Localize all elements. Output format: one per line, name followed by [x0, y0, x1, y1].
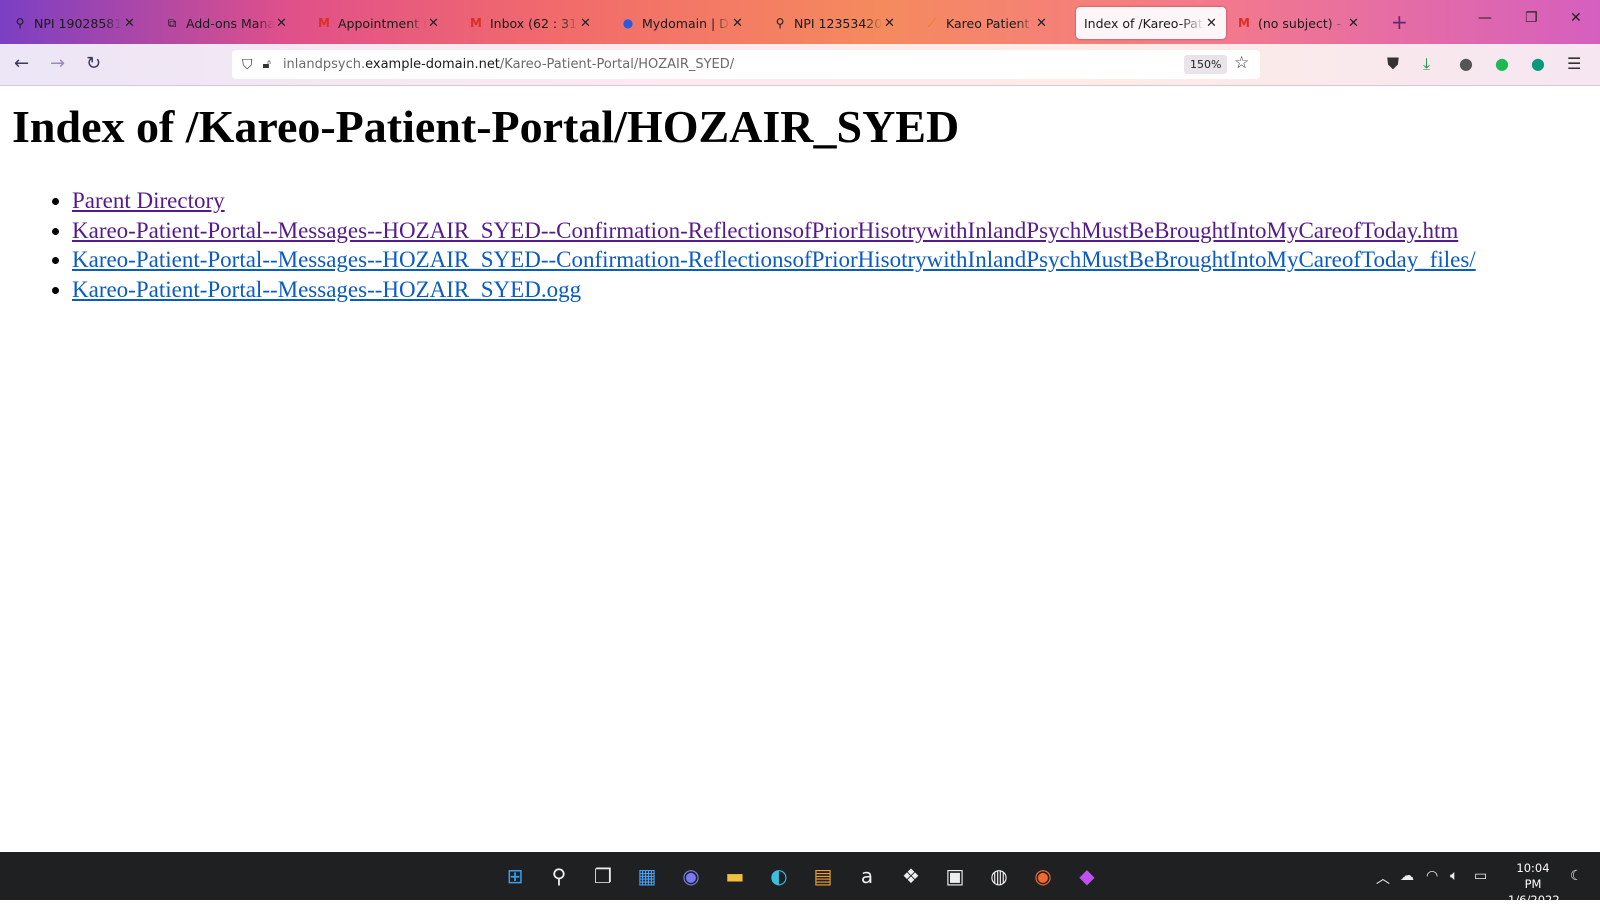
close-tab-icon[interactable]: ✕	[884, 16, 898, 31]
gmail-icon: M	[470, 16, 482, 30]
task-view-icon[interactable]: ❐	[589, 862, 617, 890]
close-tab-icon[interactable]: ✕	[1348, 16, 1362, 31]
gmail-icon: M	[1238, 16, 1250, 30]
app-icon[interactable]: ▣	[941, 862, 969, 890]
taskbar: ⊞ ⚲ ❐ ▦ ◉ ▬ ◐ ▤ a ❖ ▣ ◍ ◉ ◆ ︿ ☁ ◠ 🔈︎ ▭ 1…	[0, 852, 1600, 907]
close-tab-icon[interactable]: ✕	[732, 16, 746, 31]
tab-label: Inbox (62 : 31,879)	[490, 15, 578, 31]
close-tab-icon[interactable]: ✕	[124, 16, 138, 31]
file-link[interactable]: Kareo-Patient-Portal--Messages--HOZAIR_S…	[72, 218, 1458, 243]
tab-6[interactable]: ⟋ Kareo Patient Port✕	[916, 7, 1056, 39]
address-bar[interactable]: ⛉ 🔓︎ inlandpsych.example-domain.net/Kare…	[232, 50, 1260, 79]
notification-icon[interactable]: ☾	[1570, 868, 1583, 884]
amazon-icon[interactable]: a	[853, 862, 881, 890]
grammarly-icon[interactable]: ●	[1495, 54, 1509, 73]
tab-2[interactable]: M Appointment Remi✕	[308, 7, 448, 39]
tab-label: NPI 1235342098 H	[794, 15, 882, 31]
tray-chevron-icon[interactable]: ︿	[1376, 868, 1390, 888]
zoom-level-badge[interactable]: 150%	[1184, 55, 1228, 74]
chat-icon[interactable]: ◉	[677, 862, 705, 890]
close-tab-icon[interactable]: ✕	[1036, 16, 1050, 31]
url-text[interactable]: inlandpsych.example-domain.net/Kareo-Pat…	[283, 57, 734, 72]
edge-icon[interactable]: ◐	[765, 862, 793, 890]
list-item: Parent Directory	[72, 186, 1476, 216]
tab-label: (no subject) - inth	[1258, 15, 1346, 31]
tab-label: Appointment Remi	[338, 15, 426, 31]
tab-label: Kareo Patient Port	[946, 15, 1034, 31]
reload-button[interactable]: ↻	[86, 53, 101, 74]
menu-icon[interactable]: ☰	[1567, 54, 1581, 73]
tab-7[interactable]: Index of /Kareo-Patien✕	[1076, 7, 1226, 39]
npi-icon: ⚲	[775, 16, 785, 30]
volume-icon[interactable]: 🔈︎	[1450, 868, 1458, 884]
extension-icon[interactable]: ●	[1459, 54, 1473, 73]
minimize-button[interactable]: —	[1478, 10, 1492, 26]
tab-label: Index of /Kareo-Patien	[1084, 15, 1204, 31]
tracking-protection-icon[interactable]: ⛉	[242, 57, 253, 73]
tab-0[interactable]: ⚲ NPI 1902858194 Dr✕	[4, 7, 144, 39]
tab-4[interactable]: ● Mydomain | Doma✕	[612, 7, 752, 39]
navigation-toolbar: ← → ↻ ⛉ 🔓︎ inlandpsych.example-domain.ne…	[0, 44, 1600, 86]
bookmark-star-icon[interactable]: ☆	[1234, 53, 1249, 73]
search-icon[interactable]: ⚲	[545, 862, 573, 890]
gmail-icon: M	[318, 16, 330, 30]
tab-label: Add-ons Manager	[186, 15, 274, 31]
battery-icon[interactable]: ▭	[1474, 868, 1487, 884]
tab-5[interactable]: ⚲ NPI 1235342098 H✕	[764, 7, 904, 39]
app-icon-3[interactable]: ◆	[1073, 862, 1101, 890]
pocket-icon[interactable]: ⛊	[1387, 54, 1399, 74]
npi-icon: ⚲	[15, 16, 25, 30]
new-tab-button[interactable]: +	[1391, 10, 1408, 34]
clock-date: 1/6/2022	[1508, 893, 1560, 907]
clock-time: 10:04 PM	[1516, 861, 1550, 891]
file-explorer-icon[interactable]: ▬	[721, 862, 749, 890]
addons-icon: ⧉	[167, 15, 177, 30]
close-tab-icon[interactable]: ✕	[428, 16, 442, 31]
downloads-icon[interactable]: ⤓	[1423, 54, 1430, 74]
insecure-lock-icon[interactable]: 🔓︎	[263, 57, 271, 72]
directory-listing: Parent Directory Kareo-Patient-Portal--Me…	[32, 186, 1476, 304]
globe-icon: ●	[622, 16, 634, 30]
clock[interactable]: 10:04 PM 1/6/2022	[1508, 860, 1560, 908]
list-item: Kareo-Patient-Portal--Messages--HOZAIR_S…	[72, 275, 1476, 305]
tab-3[interactable]: M Inbox (62 : 31,879)✕	[460, 7, 600, 39]
restore-button[interactable]: ❐	[1525, 10, 1538, 26]
close-tab-icon[interactable]: ✕	[1206, 16, 1220, 31]
tab-1[interactable]: ⧉ Add-ons Manager✕	[156, 7, 296, 39]
tab-strip: ⚲NPI 1902858194 Dr✕⧉Add-ons Manager✕MApp…	[0, 0, 1600, 44]
back-button[interactable]: ←	[14, 53, 29, 74]
start-icon[interactable]: ⊞	[501, 862, 529, 890]
store-icon[interactable]: ▤	[809, 862, 837, 890]
file-link[interactable]: Kareo-Patient-Portal--Messages--HOZAIR_S…	[72, 247, 1476, 272]
widgets-icon[interactable]: ▦	[633, 862, 661, 890]
close-tab-icon[interactable]: ✕	[276, 16, 290, 31]
close-tab-icon[interactable]: ✕	[580, 16, 594, 31]
tab-label: Mydomain | Doma	[642, 15, 730, 31]
close-window-button[interactable]: ✕	[1570, 10, 1582, 26]
parent-directory-link[interactable]: Parent Directory	[72, 188, 225, 213]
tab-label: NPI 1902858194 Dr	[34, 15, 122, 31]
list-item: Kareo-Patient-Portal--Messages--HOZAIR_S…	[72, 216, 1476, 246]
extension-icon-2[interactable]: ●	[1531, 54, 1545, 73]
firefox-icon[interactable]: ◉	[1029, 862, 1057, 890]
page-content: Index of /Kareo-Patient-Portal/HOZAIR_SY…	[0, 86, 1600, 852]
dropbox-icon[interactable]: ❖	[897, 862, 925, 890]
wifi-icon[interactable]: ◠	[1426, 868, 1438, 884]
app-icon-2[interactable]: ◍	[985, 862, 1013, 890]
forward-button[interactable]: →	[50, 53, 65, 74]
page-title: Index of /Kareo-Patient-Portal/HOZAIR_SY…	[12, 101, 960, 152]
kareo-icon: ⟋	[927, 15, 937, 30]
file-link[interactable]: Kareo-Patient-Portal--Messages--HOZAIR_S…	[72, 277, 581, 302]
tab-8[interactable]: M (no subject) - inth✕	[1228, 7, 1368, 39]
list-item: Kareo-Patient-Portal--Messages--HOZAIR_S…	[72, 245, 1476, 275]
onedrive-icon[interactable]: ☁	[1400, 868, 1414, 884]
